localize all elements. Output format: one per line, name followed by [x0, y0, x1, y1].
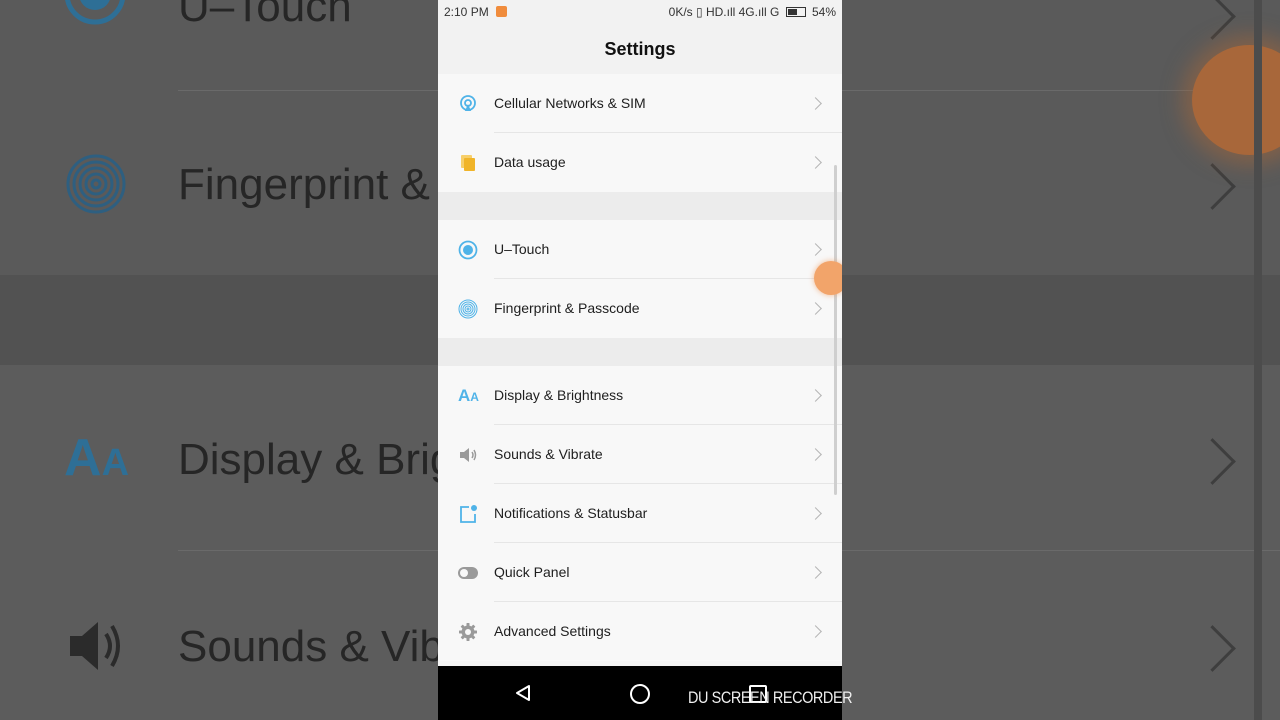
settings-item-label: Data usage — [494, 154, 566, 170]
chevron-right-icon — [809, 301, 822, 315]
recorder-watermark: DU SCREEN RECORDER — [688, 688, 853, 707]
recorder-notification-icon — [496, 6, 507, 17]
chevron-right-icon — [809, 506, 822, 520]
settings-list: Cellular Networks & SIM Data usage U–Tou… — [438, 74, 842, 661]
settings-item-label: Display & Brightness — [494, 387, 624, 403]
settings-item-label: Cellular Networks & SIM — [494, 95, 646, 111]
settings-item-sounds-vibrate[interactable]: Sounds & Vibrate — [438, 425, 842, 484]
bg-display-icon: AA — [64, 429, 130, 487]
chevron-right-icon — [809, 388, 822, 402]
settings-item-label: Fingerprint & Passcode — [494, 300, 640, 316]
settings-item-quick-panel[interactable]: Quick Panel — [438, 543, 842, 602]
phone-screen: 2:10 PM 0K/s ▯ HD.ıll 4G.ıll G 54% Setti… — [438, 0, 842, 720]
bg-row-u-touch: U–Touch — [178, 0, 352, 31]
bg-u-touch-icon — [65, 0, 125, 25]
screen-recorder-float-button[interactable] — [814, 261, 842, 295]
group-spacer — [438, 338, 842, 366]
battery-percent: 54% — [811, 5, 836, 19]
cellular-network-icon — [460, 94, 476, 111]
title-bar: Settings — [438, 24, 842, 75]
battery-icon — [785, 7, 806, 17]
bg-fingerprint-icon — [66, 154, 126, 214]
bg-row-sounds: Sounds & Vib — [178, 622, 444, 671]
home-icon[interactable] — [630, 684, 650, 704]
group-spacer — [438, 192, 842, 220]
settings-item-notifications[interactable]: Notifications & Statusbar — [438, 484, 842, 543]
bg-scroll-edge — [1254, 0, 1262, 720]
settings-item-fingerprint[interactable]: Fingerprint & Passcode — [438, 279, 842, 338]
toggle-icon — [458, 566, 478, 579]
settings-item-data-usage[interactable]: Data usage — [438, 133, 842, 192]
settings-item-label: Notifications & Statusbar — [494, 505, 648, 521]
chevron-right-icon — [809, 155, 822, 169]
settings-item-display-brightness[interactable]: AA Display & Brightness — [438, 366, 842, 425]
chevron-right-icon — [809, 96, 822, 110]
page-title: Settings — [604, 39, 676, 59]
status-indicators: 0K/s ▯ HD.ıll 4G.ıll G 54% — [669, 5, 836, 19]
settings-item-label: U–Touch — [494, 241, 550, 257]
settings-item-advanced[interactable]: Advanced Settings — [438, 602, 842, 661]
gear-icon — [459, 622, 477, 641]
bg-speaker-icon — [70, 622, 120, 670]
settings-item-cellular-networks[interactable]: Cellular Networks & SIM — [438, 74, 842, 133]
settings-item-label: Quick Panel — [494, 564, 570, 580]
chevron-right-icon — [809, 624, 822, 638]
status-bar: 2:10 PM 0K/s ▯ HD.ıll 4G.ıll G 54% — [438, 0, 842, 24]
fingerprint-icon — [458, 299, 478, 318]
bg-row-display: Display & Brig — [178, 435, 455, 484]
scrollbar[interactable] — [834, 165, 837, 495]
u-touch-icon — [458, 240, 478, 259]
display-brightness-icon: AA — [458, 385, 479, 405]
back-icon[interactable] — [514, 684, 532, 702]
settings-item-label: Advanced Settings — [494, 623, 611, 639]
status-time: 2:10 PM — [444, 5, 489, 19]
chevron-right-icon — [809, 565, 822, 579]
speaker-icon — [460, 447, 477, 462]
bg-row-fingerprint: Fingerprint & — [178, 160, 430, 209]
status-network-text: 0K/s ▯ HD.ıll 4G.ıll G — [668, 5, 780, 19]
data-usage-icon — [461, 154, 475, 171]
settings-item-u-touch[interactable]: U–Touch — [438, 220, 842, 279]
chevron-right-icon — [809, 242, 822, 256]
notification-icon — [460, 504, 477, 523]
settings-item-label: Sounds & Vibrate — [494, 446, 603, 462]
chevron-right-icon — [809, 447, 822, 461]
